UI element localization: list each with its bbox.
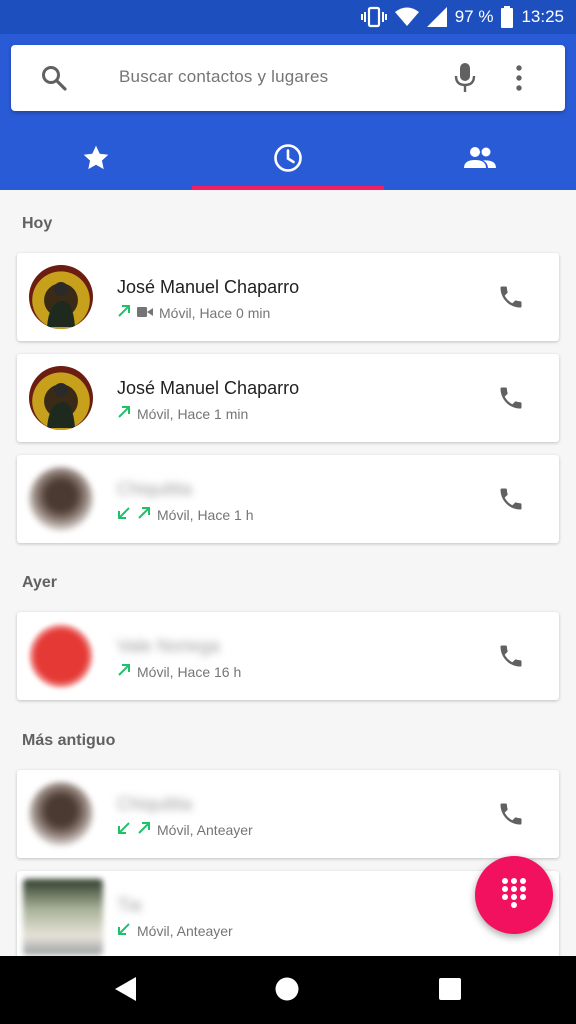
search-bar[interactable]: Buscar contactos y lugares bbox=[11, 45, 565, 111]
contact-name: José Manuel Chaparro bbox=[117, 277, 300, 297]
signal-icon bbox=[426, 7, 447, 27]
contact-name: José Manuel Chaparro bbox=[117, 378, 300, 398]
clock-time: 13:25 bbox=[521, 7, 564, 26]
call-log-item[interactable]: Chiquitita Móvil, Hace 1 h bbox=[17, 455, 559, 543]
call-detail-text: Móvil, Hace 0 min bbox=[159, 304, 271, 321]
phone-icon[interactable] bbox=[497, 642, 525, 675]
call-detail: Móvil, Hace 16 h bbox=[117, 663, 241, 680]
star-icon bbox=[82, 144, 110, 177]
phone-icon[interactable] bbox=[497, 384, 525, 417]
incoming-call-icon bbox=[117, 922, 131, 939]
call-log-item[interactable]: José Manuel Chaparro Móvil, Hace 0 min bbox=[17, 253, 559, 341]
avatar[interactable] bbox=[29, 467, 93, 531]
tab-recents[interactable] bbox=[192, 130, 384, 190]
call-log-item[interactable]: Vale Noriega Móvil, Hace 16 h bbox=[17, 612, 559, 700]
search-input[interactable]: Buscar contactos y lugares bbox=[119, 67, 328, 87]
app-bar: Buscar contactos y lugares bbox=[0, 34, 576, 190]
more-options-icon[interactable] bbox=[514, 65, 524, 96]
call-detail: Móvil, Anteayer bbox=[117, 922, 233, 939]
call-detail: Móvil, Hace 1 h bbox=[117, 506, 253, 523]
outgoing-call-icon bbox=[117, 304, 131, 321]
vibrate-icon bbox=[360, 6, 387, 28]
tab-indicator bbox=[192, 186, 384, 190]
avatar[interactable] bbox=[29, 265, 93, 329]
phone-icon[interactable] bbox=[497, 485, 525, 518]
battery-percent: 97 % bbox=[454, 7, 494, 26]
call-detail: Móvil, Hace 0 min bbox=[117, 304, 270, 321]
avatar[interactable] bbox=[29, 366, 93, 430]
home-icon[interactable] bbox=[275, 977, 299, 1006]
call-log-item[interactable]: Chiquitita Móvil, Anteayer bbox=[17, 770, 559, 858]
tab-favorites[interactable] bbox=[0, 130, 192, 190]
call-detail: Móvil, Hace 1 min bbox=[117, 405, 248, 422]
avatar[interactable] bbox=[23, 879, 103, 955]
call-detail-text: Móvil, Hace 16 h bbox=[137, 663, 242, 680]
call-detail-text: Móvil, Anteayer bbox=[157, 821, 253, 838]
dialpad-button[interactable] bbox=[475, 856, 553, 934]
outgoing-call-icon bbox=[117, 663, 131, 680]
recents-icon[interactable] bbox=[439, 978, 461, 1005]
section-header-older: Más antiguo bbox=[22, 732, 116, 749]
dialpad-icon bbox=[501, 877, 527, 914]
avatar[interactable] bbox=[29, 624, 93, 688]
avatar[interactable] bbox=[29, 782, 93, 846]
contact-name: Vale Noriega bbox=[117, 636, 220, 656]
phone-icon[interactable] bbox=[497, 800, 525, 833]
incoming-call-icon bbox=[117, 821, 131, 838]
call-detail-text: Móvil, Anteayer bbox=[137, 922, 233, 939]
tab-bar bbox=[0, 130, 576, 190]
call-detail-text: Móvil, Hace 1 min bbox=[137, 405, 249, 422]
status-bar: 97 % 13:25 bbox=[0, 0, 576, 34]
microphone-icon[interactable] bbox=[454, 63, 476, 98]
navigation-bar bbox=[0, 956, 576, 1024]
clock-icon bbox=[273, 143, 303, 178]
outgoing-call-icon bbox=[117, 405, 131, 422]
call-detail: Móvil, Anteayer bbox=[117, 821, 253, 838]
contact-name: Tia bbox=[117, 895, 142, 915]
contact-name: Chiquitita bbox=[117, 479, 193, 499]
search-icon[interactable] bbox=[41, 65, 67, 96]
section-header-yesterday: Ayer bbox=[22, 574, 57, 591]
outgoing-call-icon bbox=[137, 506, 151, 523]
video-call-icon bbox=[137, 305, 153, 321]
back-icon[interactable] bbox=[114, 976, 138, 1007]
battery-icon bbox=[501, 6, 514, 28]
call-log-item[interactable]: José Manuel Chaparro Móvil, Hace 1 min bbox=[17, 354, 559, 442]
incoming-call-icon bbox=[117, 506, 131, 523]
people-icon bbox=[463, 146, 497, 175]
call-detail-text: Móvil, Hace 1 h bbox=[157, 506, 254, 523]
wifi-icon bbox=[394, 7, 419, 27]
section-header-today: Hoy bbox=[22, 215, 53, 232]
phone-icon[interactable] bbox=[497, 283, 525, 316]
tab-contacts[interactable] bbox=[384, 130, 576, 190]
contact-name: Chiquitita bbox=[117, 794, 193, 814]
outgoing-call-icon bbox=[137, 821, 151, 838]
